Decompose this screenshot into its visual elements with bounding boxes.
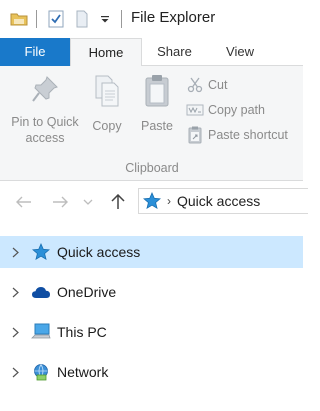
title-bar: File Explorer bbox=[0, 0, 303, 38]
window-title: File Explorer bbox=[131, 9, 216, 26]
arrow-right-icon[interactable] bbox=[50, 192, 70, 212]
pin-label-line1: Pin to Quick bbox=[11, 115, 79, 129]
copy-button[interactable]: Copy bbox=[86, 74, 128, 134]
breadcrumb-chevron-icon[interactable]: › bbox=[167, 194, 171, 208]
copy-path-label: Copy path bbox=[208, 103, 265, 117]
cloud-icon bbox=[31, 282, 51, 302]
cut-label: Cut bbox=[208, 78, 228, 92]
tab-share[interactable]: Share bbox=[142, 38, 207, 66]
new-folder-icon[interactable] bbox=[74, 9, 90, 29]
ribbon-clipboard-group: Pin to Quick access Copy Paste Cut Copy … bbox=[0, 66, 303, 181]
cut-button[interactable]: Cut bbox=[186, 75, 227, 95]
navigation-bar: › Quick access bbox=[0, 182, 308, 222]
copy-path-button[interactable]: Copy path bbox=[186, 100, 265, 120]
star-icon bbox=[31, 242, 51, 262]
copy-icon bbox=[86, 74, 128, 112]
arrow-up-icon[interactable] bbox=[108, 192, 128, 212]
tree-item-this-pc[interactable]: This PC bbox=[0, 316, 303, 348]
tab-home[interactable]: Home bbox=[70, 38, 142, 66]
paste-shortcut-icon bbox=[186, 126, 204, 144]
properties-check-icon[interactable] bbox=[48, 9, 64, 29]
star-icon bbox=[143, 192, 161, 210]
tab-view[interactable]: View bbox=[207, 38, 273, 66]
toolbar-divider bbox=[36, 10, 37, 28]
arrow-left-icon[interactable] bbox=[14, 192, 34, 212]
paste-label: Paste bbox=[141, 119, 173, 133]
tree-item-network[interactable]: Network bbox=[0, 356, 303, 388]
expand-chevron-icon[interactable] bbox=[8, 245, 22, 259]
tab-file[interactable]: File bbox=[0, 38, 70, 66]
expand-chevron-icon[interactable] bbox=[8, 325, 22, 339]
paste-icon bbox=[136, 74, 178, 112]
tree-item-quick-access[interactable]: Quick access bbox=[0, 236, 303, 268]
expand-chevron-icon[interactable] bbox=[8, 365, 22, 379]
customize-dropdown-icon[interactable] bbox=[100, 9, 110, 29]
tree-item-onedrive[interactable]: OneDrive bbox=[0, 276, 303, 308]
copy-path-icon bbox=[186, 101, 204, 119]
scissors-icon bbox=[186, 76, 204, 94]
copy-label: Copy bbox=[92, 119, 122, 133]
tree-item-label: Network bbox=[57, 364, 109, 380]
toolbar-divider bbox=[121, 10, 122, 28]
chevron-down-icon[interactable] bbox=[78, 192, 98, 212]
network-icon bbox=[31, 362, 51, 382]
pin-to-quick-access-button[interactable]: Pin to Quick access bbox=[6, 74, 84, 146]
pin-label-line2: access bbox=[25, 131, 65, 145]
breadcrumb-quick-access[interactable]: Quick access bbox=[177, 193, 260, 209]
folder-icon[interactable] bbox=[10, 9, 28, 29]
paste-button[interactable]: Paste bbox=[136, 74, 178, 134]
tree-item-label: Quick access bbox=[57, 244, 141, 260]
address-bar[interactable]: › Quick access bbox=[138, 188, 308, 214]
paste-shortcut-label: Paste shortcut bbox=[208, 128, 288, 142]
paste-shortcut-button[interactable]: Paste shortcut bbox=[186, 125, 288, 145]
computer-icon bbox=[31, 322, 51, 342]
pin-icon bbox=[6, 74, 84, 108]
tree-item-label: This PC bbox=[57, 324, 107, 340]
group-label-text: Clipboard bbox=[125, 161, 179, 175]
expand-chevron-icon[interactable] bbox=[8, 285, 22, 299]
ribbon-tabs: File Home Share View bbox=[0, 38, 303, 66]
tree-item-label: OneDrive bbox=[57, 284, 117, 300]
